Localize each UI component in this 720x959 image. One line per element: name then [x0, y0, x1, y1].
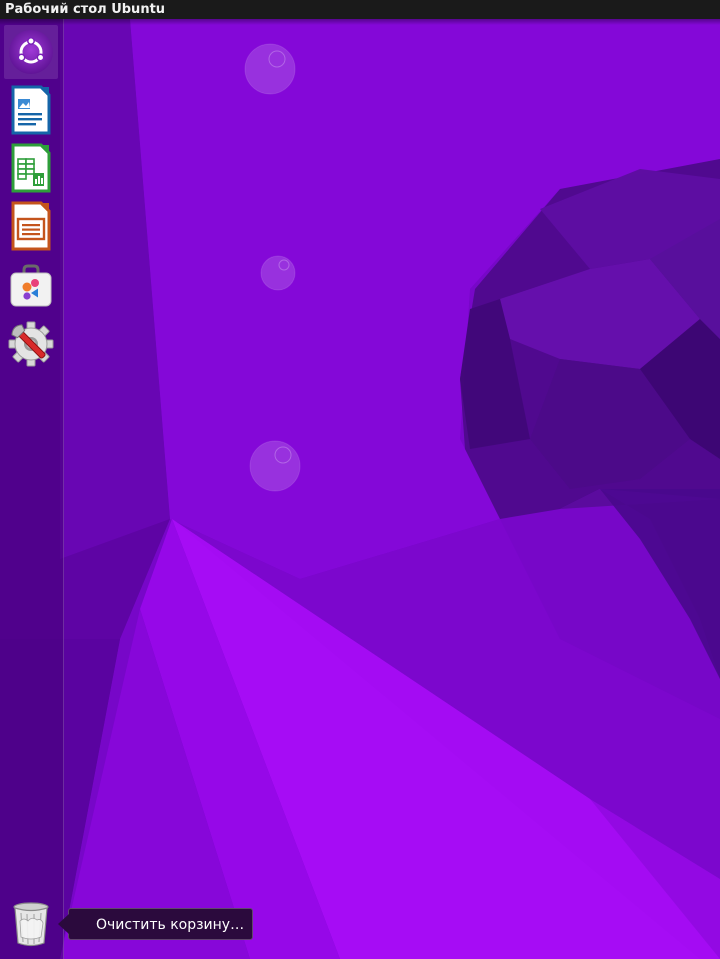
- settings-gear-wrench-icon: [8, 321, 54, 367]
- trash-icon: [13, 902, 49, 947]
- launcher-item-libreoffice-calc[interactable]: [4, 141, 58, 195]
- launcher-item-system-settings[interactable]: [4, 317, 58, 371]
- window-title: Рабочий стол Ubuntu: [5, 2, 166, 17]
- impress-presentation-icon: [11, 201, 51, 251]
- desktop-wallpaper: [0, 19, 720, 959]
- ubuntu-logo-icon: [9, 30, 53, 74]
- launcher-item-libreoffice-writer[interactable]: [4, 83, 58, 137]
- launcher: [0, 19, 64, 959]
- tooltip-arrow: [58, 914, 69, 934]
- top-panel: Рабочий стол Ubuntu: [0, 0, 720, 19]
- tooltip-label: Очистить корзину…: [96, 917, 245, 933]
- calc-spreadsheet-icon: [11, 143, 51, 193]
- launcher-item-libreoffice-impress[interactable]: [4, 199, 58, 253]
- launcher-item-ubuntu-software[interactable]: [4, 259, 58, 313]
- trash-tooltip: Очистить корзину…: [68, 908, 254, 940]
- launcher-item-trash[interactable]: [4, 897, 58, 951]
- top-panel-shadow: [0, 19, 720, 25]
- software-center-bag-icon: [10, 264, 52, 307]
- launcher-item-ubuntu-dash[interactable]: [4, 25, 58, 79]
- writer-document-icon: [11, 85, 51, 135]
